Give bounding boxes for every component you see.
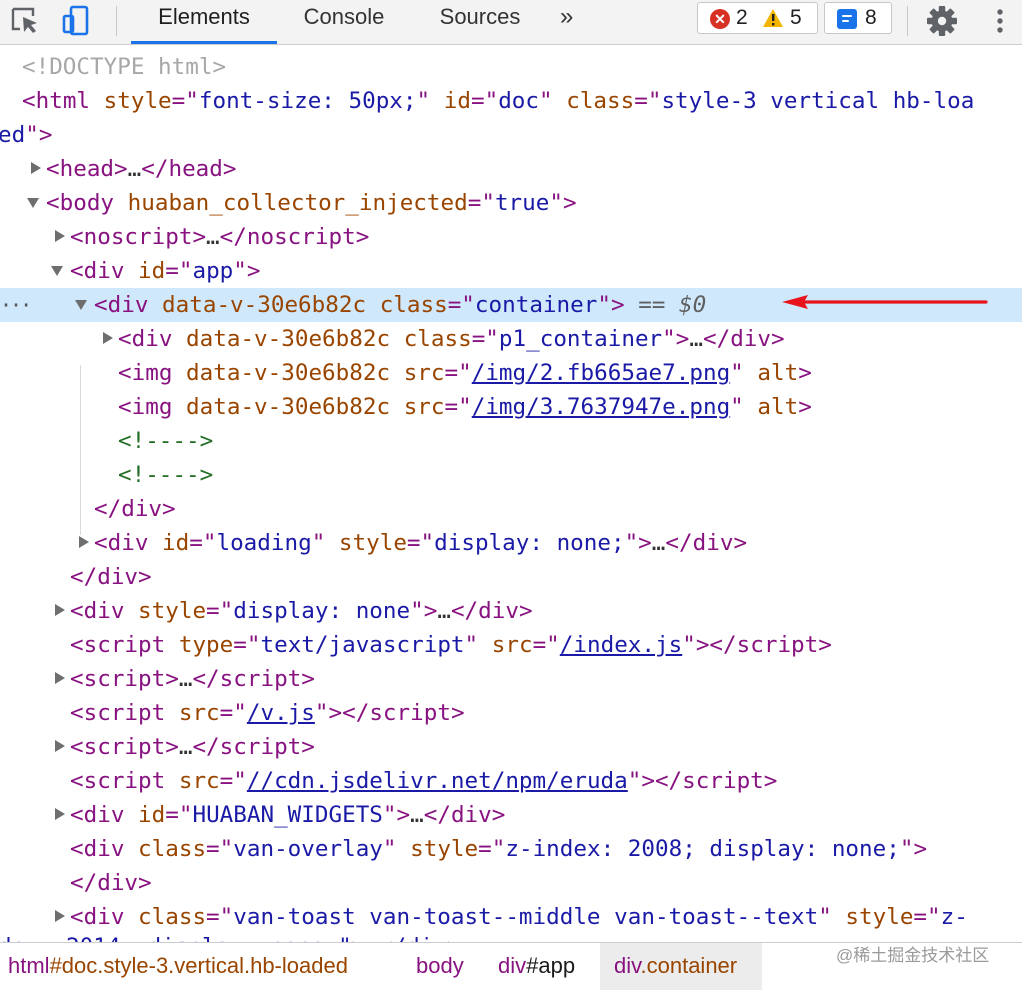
- expand-triangle-icon[interactable]: [52, 662, 66, 696]
- node-actions-ellipsis-icon[interactable]: ···: [0, 288, 32, 322]
- warning-icon: [763, 9, 783, 27]
- error-icon: ✕: [710, 9, 730, 29]
- message-count: 8: [865, 6, 877, 29]
- active-tab-indicator: [131, 41, 277, 44]
- expand-triangle-icon[interactable]: [100, 322, 114, 356]
- expand-triangle-icon[interactable]: [76, 526, 90, 560]
- tab-elements[interactable]: Elements: [131, 0, 277, 44]
- collapse-triangle-icon[interactable]: [50, 254, 64, 288]
- breadcrumb-div-app[interactable]: div#app: [490, 943, 583, 990]
- toolbar-divider: [116, 6, 117, 36]
- script-src-link[interactable]: /v.js: [247, 700, 315, 726]
- breadcrumb-body[interactable]: body: [408, 943, 472, 990]
- breadcrumb-div-container[interactable]: div.container: [600, 943, 762, 990]
- issues-counter-button[interactable]: ✕ 2 5: [697, 2, 818, 34]
- tree-node-div-loading[interactable]: <div id="loading" style="display: none;"…: [0, 526, 1022, 560]
- toolbar-divider: [907, 6, 908, 36]
- breadcrumb: html#doc.style-3.vertical.hb-loaded body…: [0, 942, 1022, 990]
- expand-triangle-icon[interactable]: [52, 900, 66, 934]
- expand-triangle-icon[interactable]: [28, 152, 42, 186]
- warning-count: 5: [790, 6, 802, 29]
- img-src-link[interactable]: /img/2.fb665ae7.png: [472, 360, 730, 386]
- script-src-link[interactable]: /index.js: [560, 632, 682, 658]
- error-count: 2: [736, 6, 748, 29]
- expand-triangle-icon[interactable]: [52, 798, 66, 832]
- dom-tree: <!DOCTYPE html> <html style="font-size: …: [0, 45, 1022, 942]
- inspect-element-icon[interactable]: [8, 4, 44, 38]
- tree-node-close-div[interactable]: </div>: [0, 492, 1022, 526]
- more-tabs-button[interactable]: »: [560, 2, 573, 32]
- tree-node-html[interactable]: <html style="font-size: 50px;" id="doc" …: [0, 84, 1022, 118]
- tree-node-script-index[interactable]: <script type="text/javascript" src="/ind…: [0, 628, 1022, 662]
- tree-node-script-eruda[interactable]: <script src="//cdn.jsdelivr.net/npm/erud…: [0, 764, 1022, 798]
- tree-node-body[interactable]: <body huaban_collector_injected="true">: [0, 186, 1022, 220]
- more-options-icon[interactable]: [982, 4, 1018, 38]
- devtools-toolbar: Elements Console Sources » ✕ 2 5 8: [0, 0, 1022, 45]
- tree-node-img[interactable]: <img data-v-30e6b82c src="/img/3.7637947…: [0, 390, 1022, 424]
- tree-node-div-toast[interactable]: <div class="van-toast van-toast--middle …: [0, 900, 1022, 934]
- tree-node-script[interactable]: <script>…</script>: [0, 730, 1022, 764]
- tree-node-doctype[interactable]: <!DOCTYPE html>: [0, 50, 1022, 84]
- breadcrumb-html[interactable]: html#doc.style-3.vertical.hb-loaded: [0, 943, 356, 990]
- watermark: @稀土掘金技术社区: [836, 946, 990, 965]
- tree-node-img[interactable]: <img data-v-30e6b82c src="/img/2.fb665ae…: [0, 356, 1022, 390]
- expand-triangle-icon[interactable]: [52, 594, 66, 628]
- expand-triangle-icon[interactable]: [52, 730, 66, 764]
- tree-node-toast-wrap: dex: 2014; display: none;">…</div>: [0, 930, 1022, 942]
- tree-node-comment[interactable]: <!---->: [0, 458, 1022, 492]
- gear-icon[interactable]: [924, 4, 960, 38]
- tree-node-close-div[interactable]: </div>: [0, 866, 1022, 900]
- device-toolbar-icon[interactable]: [58, 4, 94, 38]
- tree-node-script[interactable]: <script>…</script>: [0, 662, 1022, 696]
- tree-node-div-hidden[interactable]: <div style="display: none">…</div>: [0, 594, 1022, 628]
- tree-node-div-widgets[interactable]: <div id="HUABAN_WIDGETS">…</div>: [0, 798, 1022, 832]
- message-icon: [837, 9, 857, 29]
- tab-console[interactable]: Console: [288, 0, 400, 44]
- tree-node-noscript[interactable]: <noscript>…</noscript>: [0, 220, 1022, 254]
- tree-node-div-p1-container[interactable]: <div data-v-30e6b82c class="p1_container…: [0, 322, 1022, 356]
- img-src-link[interactable]: /img/3.7637947e.png: [472, 394, 730, 420]
- tree-node-html-wrap: ed">: [0, 122, 53, 148]
- tab-sources[interactable]: Sources: [424, 0, 536, 44]
- collapse-triangle-icon[interactable]: [74, 288, 88, 322]
- script-src-link[interactable]: //cdn.jsdelivr.net/npm/eruda: [247, 768, 628, 794]
- red-arrow-annotation: [782, 295, 988, 309]
- tree-node-comment[interactable]: <!---->: [0, 424, 1022, 458]
- messages-counter-button[interactable]: 8: [824, 2, 892, 34]
- tree-node-script-v[interactable]: <script src="/v.js"></script>: [0, 696, 1022, 730]
- expand-triangle-icon[interactable]: [52, 220, 66, 254]
- tree-node-div-app[interactable]: <div id="app">: [0, 254, 1022, 288]
- tree-node-head[interactable]: <head>…</head>: [0, 152, 1022, 186]
- tree-node-div-overlay[interactable]: <div class="van-overlay" style="z-index:…: [0, 832, 1022, 866]
- tree-node-close-div[interactable]: </div>: [0, 560, 1022, 594]
- collapse-triangle-icon[interactable]: [26, 186, 40, 220]
